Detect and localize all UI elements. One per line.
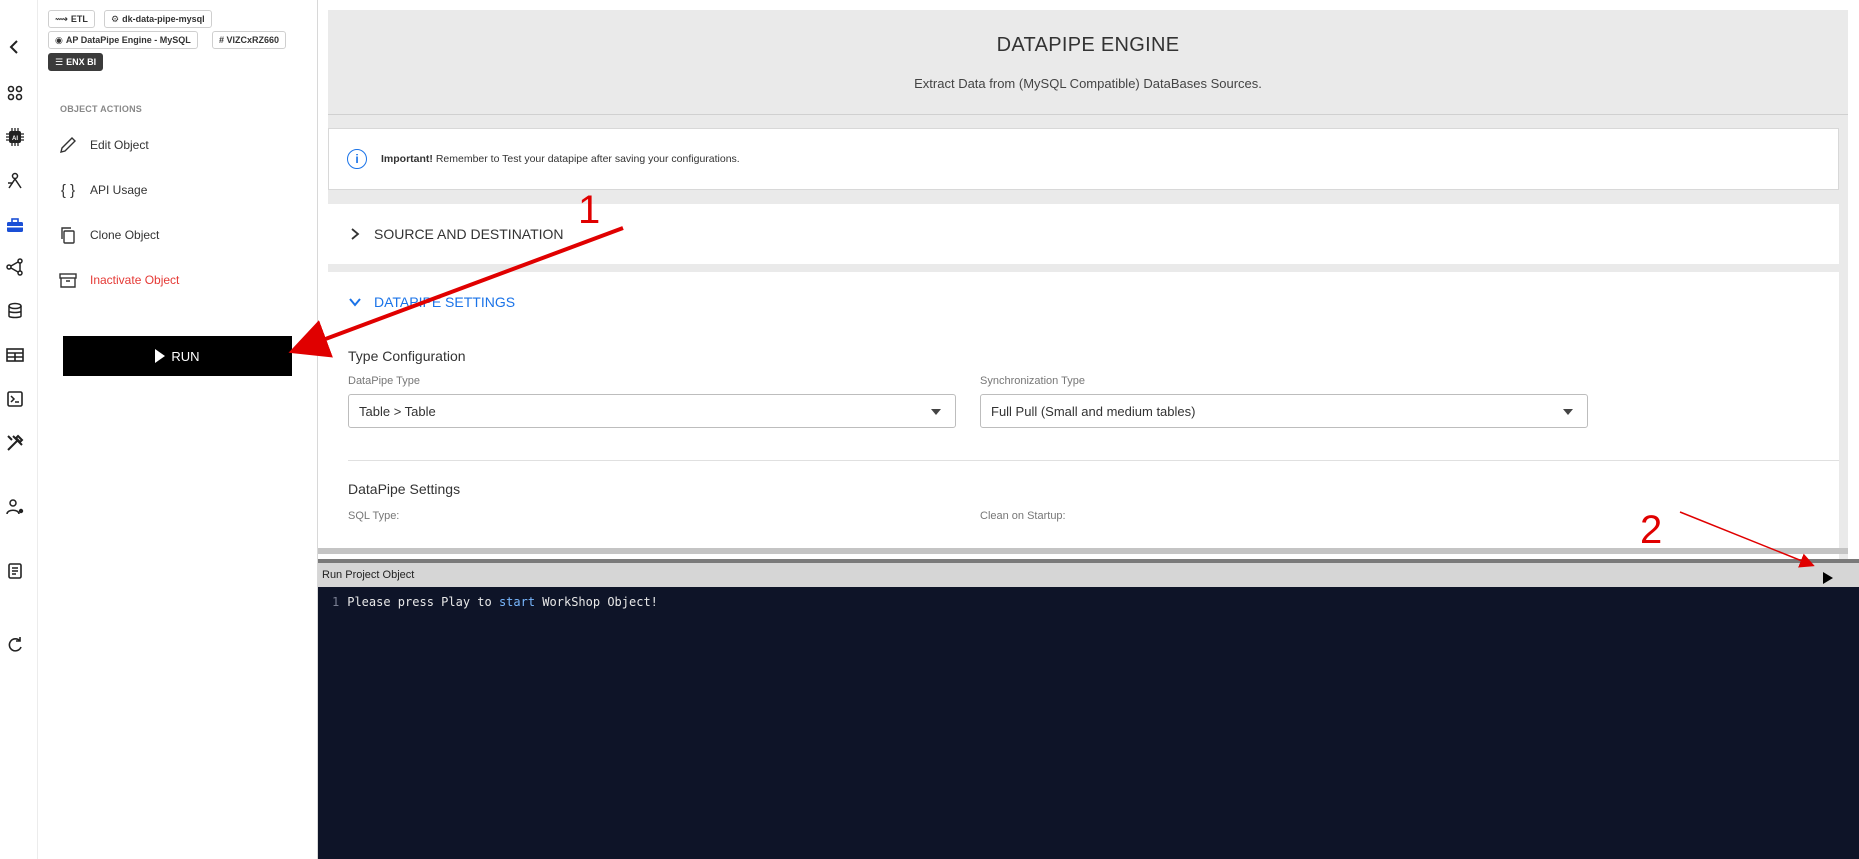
apps-icon[interactable] <box>0 78 30 108</box>
inactivate-object-action[interactable]: Inactivate Object <box>58 268 179 292</box>
clone-object-action[interactable]: Clone Object <box>58 223 159 247</box>
user-settings-icon[interactable] <box>0 492 30 522</box>
engine-icon: ◉ <box>55 34 63 45</box>
page-title: DATAPIPE ENGINE <box>996 34 1180 56</box>
sync-type-label: Synchronization Type <box>980 375 1085 387</box>
chevron-down-icon <box>349 298 361 307</box>
datapipe-type-select[interactable]: Table > Table <box>348 394 956 428</box>
info-icon: i <box>347 149 367 169</box>
chevron-right-icon <box>351 228 360 240</box>
clean-startup-label: Clean on Startup: <box>980 510 1066 522</box>
console-title: Run Project Object <box>322 569 415 581</box>
notice-banner: i Important! Remember to Test your datap… <box>328 128 1839 190</box>
page-subtitle: Extract Data from (MySQL Compatible) Dat… <box>914 76 1262 91</box>
terminal-icon[interactable] <box>0 384 30 414</box>
archive-icon <box>59 273 77 288</box>
tag-workspace[interactable]: ☰ ENX BI <box>48 53 104 71</box>
icon-rail: AI <box>0 0 38 859</box>
console-header: Run Project Object <box>318 559 1859 587</box>
database-icon[interactable] <box>0 296 30 326</box>
pipeline-icon[interactable] <box>0 252 30 282</box>
main-scroll-area: DATAPIPE ENGINE Extract Data from (MySQL… <box>328 10 1848 559</box>
accordion-datapipe-settings: DATAPIPE SETTINGS Type Configuration Dat… <box>328 272 1839 559</box>
run-console: Run Project Object 1 Please press Play to… <box>318 559 1859 859</box>
annotation-label-two: 2 <box>1640 508 1663 552</box>
back-icon[interactable] <box>0 32 30 62</box>
notice-bold: Important! <box>381 153 433 165</box>
object-panel: ⟿ ETL ⚙ dk-data-pipe-mysql ◉ AP DataPipe En… <box>38 0 318 859</box>
gear-icon: ⚙ <box>111 13 120 24</box>
table-icon[interactable] <box>0 340 30 370</box>
accordion-source-header[interactable]: SOURCE AND DESTINATION <box>348 226 564 242</box>
app-root: AI ⟿ ETL ⚙ dk-data-pipe-mysql ◉ AP DataP… <box>0 0 1859 859</box>
type-configuration-heading: Type Configuration <box>348 348 466 364</box>
tools-icon[interactable] <box>0 428 30 458</box>
etl-icon: ⟿ <box>55 13 68 24</box>
sql-type-label: SQL Type: <box>348 510 400 522</box>
tag-object-id[interactable]: ⚙ dk-data-pipe-mysql <box>104 10 212 28</box>
edit-object-action[interactable]: Edit Object <box>58 133 149 157</box>
line-number: 1 <box>332 595 340 609</box>
datapipe-type-label: DataPipe Type <box>348 375 420 387</box>
tag-hash[interactable]: # VlZCxRZ660 <box>212 31 287 49</box>
document-icon[interactable] <box>0 556 30 586</box>
tag-etl[interactable]: ⟿ ETL <box>48 10 95 28</box>
accordion-settings-header[interactable]: DATAPIPE SETTINGS <box>348 294 515 310</box>
accordion-source-destination[interactable]: SOURCE AND DESTINATION <box>328 204 1839 264</box>
pencil-icon <box>60 137 76 153</box>
refresh-icon[interactable] <box>0 630 30 660</box>
tag-engine[interactable]: ◉ AP DataPipe Engine - MySQL <box>48 31 198 49</box>
console-output: 1 Please press Play to start WorkShop Obj… <box>318 587 1859 859</box>
datapipe-settings-heading: DataPipe Settings <box>348 481 461 497</box>
braces-icon: { } <box>60 181 76 199</box>
annotation-label-one: 1 <box>578 188 601 232</box>
header-divider <box>328 114 1848 115</box>
database-icon: ☰ <box>55 56 64 67</box>
section-label: OBJECT ACTIONS <box>60 104 142 114</box>
dropdown-caret-icon <box>931 409 941 415</box>
copy-icon <box>61 227 75 244</box>
integrations-icon[interactable] <box>0 166 30 196</box>
ai-chip-icon[interactable]: AI <box>0 122 30 152</box>
api-usage-action[interactable]: { } API Usage <box>58 178 147 202</box>
toolbox-icon[interactable] <box>0 210 30 240</box>
dropdown-caret-icon <box>1563 409 1573 415</box>
svg-text:AI: AI <box>12 136 18 142</box>
notice-text: Remember to Test your datapipe after sav… <box>432 153 740 165</box>
settings-divider <box>348 460 1839 461</box>
run-button[interactable]: RUN <box>63 336 292 376</box>
main-content: DATAPIPE ENGINE Extract Data from (MySQL… <box>318 0 1859 559</box>
horizontal-scrollbar[interactable] <box>318 548 1848 554</box>
sync-type-select[interactable]: Full Pull (Small and medium tables) <box>980 394 1588 428</box>
console-play-button[interactable] <box>1823 572 1833 584</box>
play-icon <box>155 349 166 363</box>
